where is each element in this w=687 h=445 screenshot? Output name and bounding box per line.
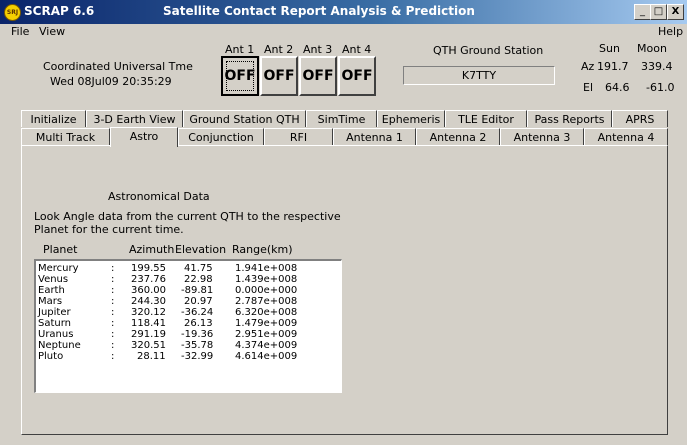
col-range-header: Range(km) — [232, 243, 293, 256]
tab-antenna-3[interactable]: Antenna 3 — [500, 128, 584, 145]
menu-view[interactable]: View — [39, 25, 65, 38]
ant3-label: Ant 3 — [303, 43, 333, 56]
astro-desc-line2: Planet for the current time. — [34, 223, 184, 236]
utc-value: Wed 08Jul09 20:35:29 — [50, 75, 172, 88]
list-item[interactable]: Pluto: 28.11 -32.99 4.614e+009 — [36, 351, 336, 362]
utc-label: Coordinated Universal Tme — [43, 60, 193, 73]
ant2-label: Ant 2 — [264, 43, 294, 56]
astro-desc-line1: Look Angle data from the current QTH to … — [34, 210, 341, 223]
tab-pass-reports[interactable]: Pass Reports — [527, 110, 612, 127]
ant4-button[interactable]: OFF — [338, 56, 376, 96]
tab-simtime[interactable]: SimTime — [306, 110, 377, 127]
col-azimuth-header: Azimuth — [129, 243, 175, 256]
close-button[interactable]: X — [667, 4, 684, 20]
menu-bar: File View Help — [0, 24, 687, 42]
tab-aprs[interactable]: APRS — [612, 110, 668, 127]
col-planet-header: Planet — [43, 243, 78, 256]
moon-label: Moon — [637, 42, 667, 55]
list-item[interactable]: Mercury: 199.55 41.75 1.941e+008 — [36, 263, 336, 274]
tab-antenna-4[interactable]: Antenna 4 — [584, 128, 668, 145]
sun-el-value: 64.6 — [605, 81, 630, 94]
list-item[interactable]: Saturn: 118.41 26.13 1.479e+009 — [36, 318, 336, 329]
moon-az-value: 339.4 — [641, 60, 673, 73]
tab-initialize[interactable]: Initialize — [21, 110, 86, 127]
tab-astro[interactable]: Astro — [110, 127, 178, 147]
tab-3d-earth-view[interactable]: 3-D Earth View — [86, 110, 183, 127]
window-title: Satellite Contact Report Analysis & Pred… — [163, 4, 475, 18]
az-label: Az — [581, 60, 595, 73]
ant4-label: Ant 4 — [342, 43, 372, 56]
tab-tle-editor[interactable]: TLE Editor — [445, 110, 527, 127]
el-label: El — [583, 81, 594, 94]
list-item[interactable]: Jupiter: 320.12 -36.24 6.320e+008 — [36, 307, 336, 318]
qth-callsign-field[interactable]: K7TTY — [403, 66, 555, 85]
astro-heading: Astronomical Data — [108, 190, 210, 203]
minimize-button[interactable]: _ — [634, 4, 651, 20]
col-elevation-header: Elevation — [175, 243, 227, 256]
ant3-button[interactable]: OFF — [299, 56, 337, 96]
menu-help[interactable]: Help — [658, 25, 683, 38]
tab-rfi[interactable]: RFI — [264, 128, 333, 145]
app-icon[interactable]: SRJ — [4, 4, 21, 21]
tab-antenna-2[interactable]: Antenna 2 — [416, 128, 500, 145]
maximize-button[interactable]: □ — [650, 4, 667, 20]
tab-multi-track[interactable]: Multi Track — [21, 128, 110, 145]
tab-ephemeris[interactable]: Ephemeris — [377, 110, 445, 127]
ant1-label: Ant 1 — [225, 43, 255, 56]
menu-file[interactable]: File — [11, 25, 29, 38]
app-title: SCRAP 6.6 — [24, 4, 95, 18]
ant2-button[interactable]: OFF — [260, 56, 298, 96]
list-item[interactable]: Uranus: 291.19 -19.36 2.951e+009 — [36, 329, 336, 340]
planet-list[interactable]: Mercury: 199.55 41.75 1.941e+008 Venus: 23… — [34, 259, 342, 393]
sun-az-value: 191.7 — [597, 60, 629, 73]
tab-ground-station-qth[interactable]: Ground Station QTH — [183, 110, 306, 127]
tab-antenna-1[interactable]: Antenna 1 — [333, 128, 416, 145]
tab-conjunction[interactable]: Conjunction — [178, 128, 264, 145]
qth-label: QTH Ground Station — [433, 44, 544, 57]
sun-label: Sun — [599, 42, 620, 55]
list-item[interactable]: Earth: 360.00 -89.81 0.000e+000 — [36, 285, 336, 296]
list-item[interactable]: Neptune: 320.51 -35.78 4.374e+009 — [36, 340, 336, 351]
list-item[interactable]: Venus: 237.76 22.98 1.439e+008 — [36, 274, 336, 285]
moon-el-value: -61.0 — [646, 81, 675, 94]
ant1-button[interactable]: OFF — [221, 56, 259, 96]
title-bar[interactable]: SRJ SCRAP 6.6 Satellite Contact Report A… — [0, 0, 687, 24]
list-item[interactable]: Mars: 244.30 20.97 2.787e+008 — [36, 296, 336, 307]
